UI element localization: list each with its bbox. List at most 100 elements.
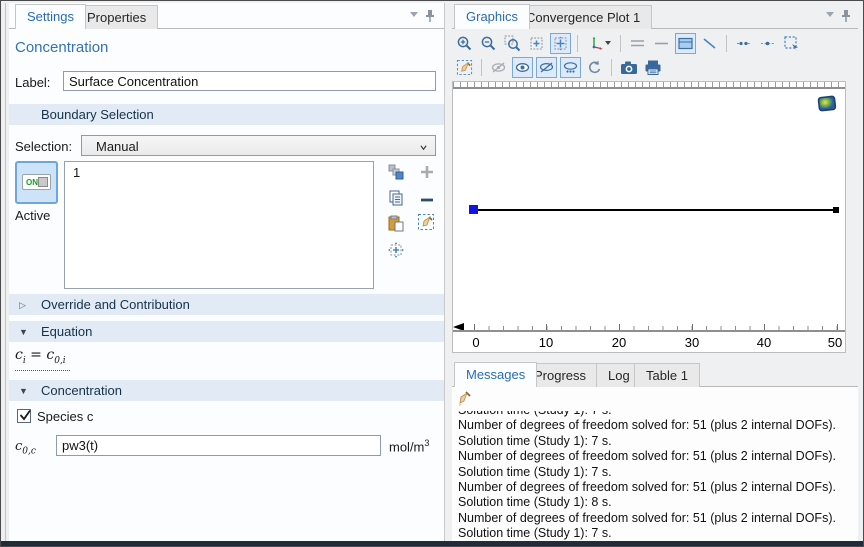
double-line-style-icon[interactable] — [627, 33, 648, 54]
zoom-out-icon[interactable] — [478, 33, 499, 54]
clear-selection-brush-icon[interactable] — [454, 57, 475, 78]
log-line: Solution time (Study 1): 7 s. — [458, 526, 858, 541]
label-input[interactable] — [63, 71, 436, 91]
toolbar-separator — [726, 35, 727, 52]
equation-lhs: c — [15, 347, 23, 363]
geometry-line[interactable] — [474, 209, 836, 211]
x-tick-label: 40 — [757, 335, 771, 350]
unit-base: mol/m — [389, 439, 424, 454]
section-label: Boundary Selection — [41, 107, 154, 122]
selection-label: Selection: — [15, 139, 72, 154]
surface-render-icon[interactable] — [675, 33, 696, 54]
tab-table-1[interactable]: Table 1 — [634, 363, 700, 387]
snap-coordinates-icon[interactable] — [733, 33, 754, 54]
log-line: Number of degrees of freedom solved for:… — [458, 418, 858, 433]
pin-icon[interactable] — [424, 9, 436, 26]
zoom-to-selection-view-icon[interactable] — [550, 33, 571, 54]
add-to-selection-icon[interactable] — [418, 163, 436, 181]
diagonal-line-icon[interactable] — [699, 33, 720, 54]
chevron-down-icon — [420, 144, 427, 151]
create-selection-icon[interactable] — [387, 163, 405, 181]
active-toggle-button[interactable]: ON — [15, 161, 58, 204]
messages-tabbar: Messages Progress Log Table 1 — [452, 361, 858, 387]
show-hidden-icon[interactable] — [560, 57, 581, 78]
c0c-input[interactable] — [56, 435, 381, 456]
selected-vertex-marker[interactable] — [469, 205, 478, 214]
settings-panel: Settings Properties Concentration Label:… — [9, 3, 445, 542]
log-line: Number of degrees of freedom solved for:… — [458, 480, 858, 495]
major-tick — [546, 324, 547, 330]
log-line: Solution time (Study 1): 7 s. — [458, 434, 858, 449]
tab-graphics[interactable]: Graphics — [454, 4, 530, 29]
section-label: Override and Contribution — [41, 297, 190, 312]
vertex-marker[interactable] — [833, 207, 839, 213]
x-axis-line — [453, 330, 845, 332]
graphics-tabbar: Graphics Convergence Plot 1 — [452, 3, 858, 29]
tab-messages[interactable]: Messages — [454, 362, 537, 387]
section-boundary-selection[interactable]: Boundary Selection — [9, 104, 444, 125]
toggle-knob — [38, 177, 48, 187]
clear-selection-icon[interactable] — [417, 213, 435, 231]
copy-icon[interactable] — [387, 189, 405, 207]
boundary-selection-list[interactable]: 1 — [64, 161, 374, 289]
messages-content: Solution time (Study 1): 7 s. Number of … — [452, 387, 858, 543]
view-orientation-icon[interactable] — [584, 33, 614, 54]
x-tick-label: 20 — [612, 335, 626, 350]
expanded-triangle-icon: ▼ — [19, 386, 28, 396]
section-label: Concentration — [41, 383, 122, 398]
plot-canvas[interactable]: 0 10 20 30 40 50 — [452, 81, 846, 353]
print-icon[interactable] — [642, 57, 663, 78]
log-line: Number of degrees of freedom solved for:… — [458, 449, 858, 464]
settings-tabbar: Settings Properties — [9, 3, 444, 29]
panel-menu-caret-icon[interactable] — [826, 12, 834, 17]
paste-icon[interactable] — [387, 215, 405, 233]
equation-display[interactable]: ci = c0,i — [15, 347, 70, 371]
toolbar-separator — [577, 35, 578, 52]
log-line: Number of degrees of freedom solved for:… — [458, 511, 858, 526]
view-unhidden-icon[interactable] — [512, 57, 533, 78]
zoom-to-selection-icon[interactable] — [387, 241, 405, 259]
section-equation[interactable]: ▼ Equation — [9, 321, 444, 342]
major-tick — [692, 324, 693, 330]
list-item[interactable]: 1 — [65, 162, 373, 183]
select-box-icon[interactable] — [781, 33, 802, 54]
clear-messages-brush-icon[interactable] — [457, 390, 475, 408]
pin-icon[interactable] — [840, 9, 852, 26]
on-text: ON — [26, 178, 38, 187]
selection-dropdown-value: Manual — [96, 139, 139, 154]
section-concentration[interactable]: ▼ Concentration — [9, 380, 444, 401]
panel-menu-caret-icon[interactable] — [410, 12, 418, 17]
species-c-label: Species c — [37, 409, 93, 424]
snap-grid-icon[interactable] — [757, 33, 778, 54]
single-line-style-icon[interactable] — [651, 33, 672, 54]
remove-from-selection-icon[interactable] — [418, 191, 436, 209]
toolbar-separator — [611, 59, 612, 76]
page-title: Concentration — [15, 39, 108, 56]
toolbar-separator — [620, 35, 621, 52]
label-field-label: Label: — [15, 75, 50, 90]
x-tick-label: 10 — [539, 335, 553, 350]
tab-convergence-plot[interactable]: Convergence Plot 1 — [514, 5, 652, 29]
view-hidden-icon[interactable] — [536, 57, 557, 78]
x-axis-minor-ticks — [474, 326, 838, 330]
x-tick-label: 50 — [828, 335, 842, 350]
messages-panel: Messages Progress Log Table 1 Solution t… — [452, 361, 858, 543]
comsol-window: Settings Properties Concentration Label:… — [0, 0, 864, 547]
tab-settings[interactable]: Settings — [15, 4, 86, 29]
messages-log-text[interactable]: Solution time (Study 1): 7 s. Number of … — [458, 411, 858, 543]
zoom-extents-icon[interactable] — [526, 33, 547, 54]
equation-rhs-sub: 0,i — [54, 356, 65, 366]
selection-dropdown[interactable]: Manual — [81, 135, 436, 156]
species-c-checkbox[interactable] — [17, 409, 31, 423]
section-override-contribution[interactable]: ▷ Override and Contribution — [9, 294, 444, 315]
zoom-in-icon[interactable] — [454, 33, 475, 54]
c0c-label-sub: 0,c — [22, 447, 36, 457]
zoom-box-icon[interactable] — [502, 33, 523, 54]
section-label: Equation — [41, 324, 92, 339]
reset-hiding-icon[interactable] — [584, 57, 605, 78]
tab-properties[interactable]: Properties — [75, 5, 158, 29]
caret-down-icon — [605, 41, 611, 45]
comsol-plot-icon[interactable] — [817, 94, 837, 114]
hide-selected-icon[interactable] — [488, 57, 509, 78]
camera-snapshot-icon[interactable] — [618, 57, 639, 78]
